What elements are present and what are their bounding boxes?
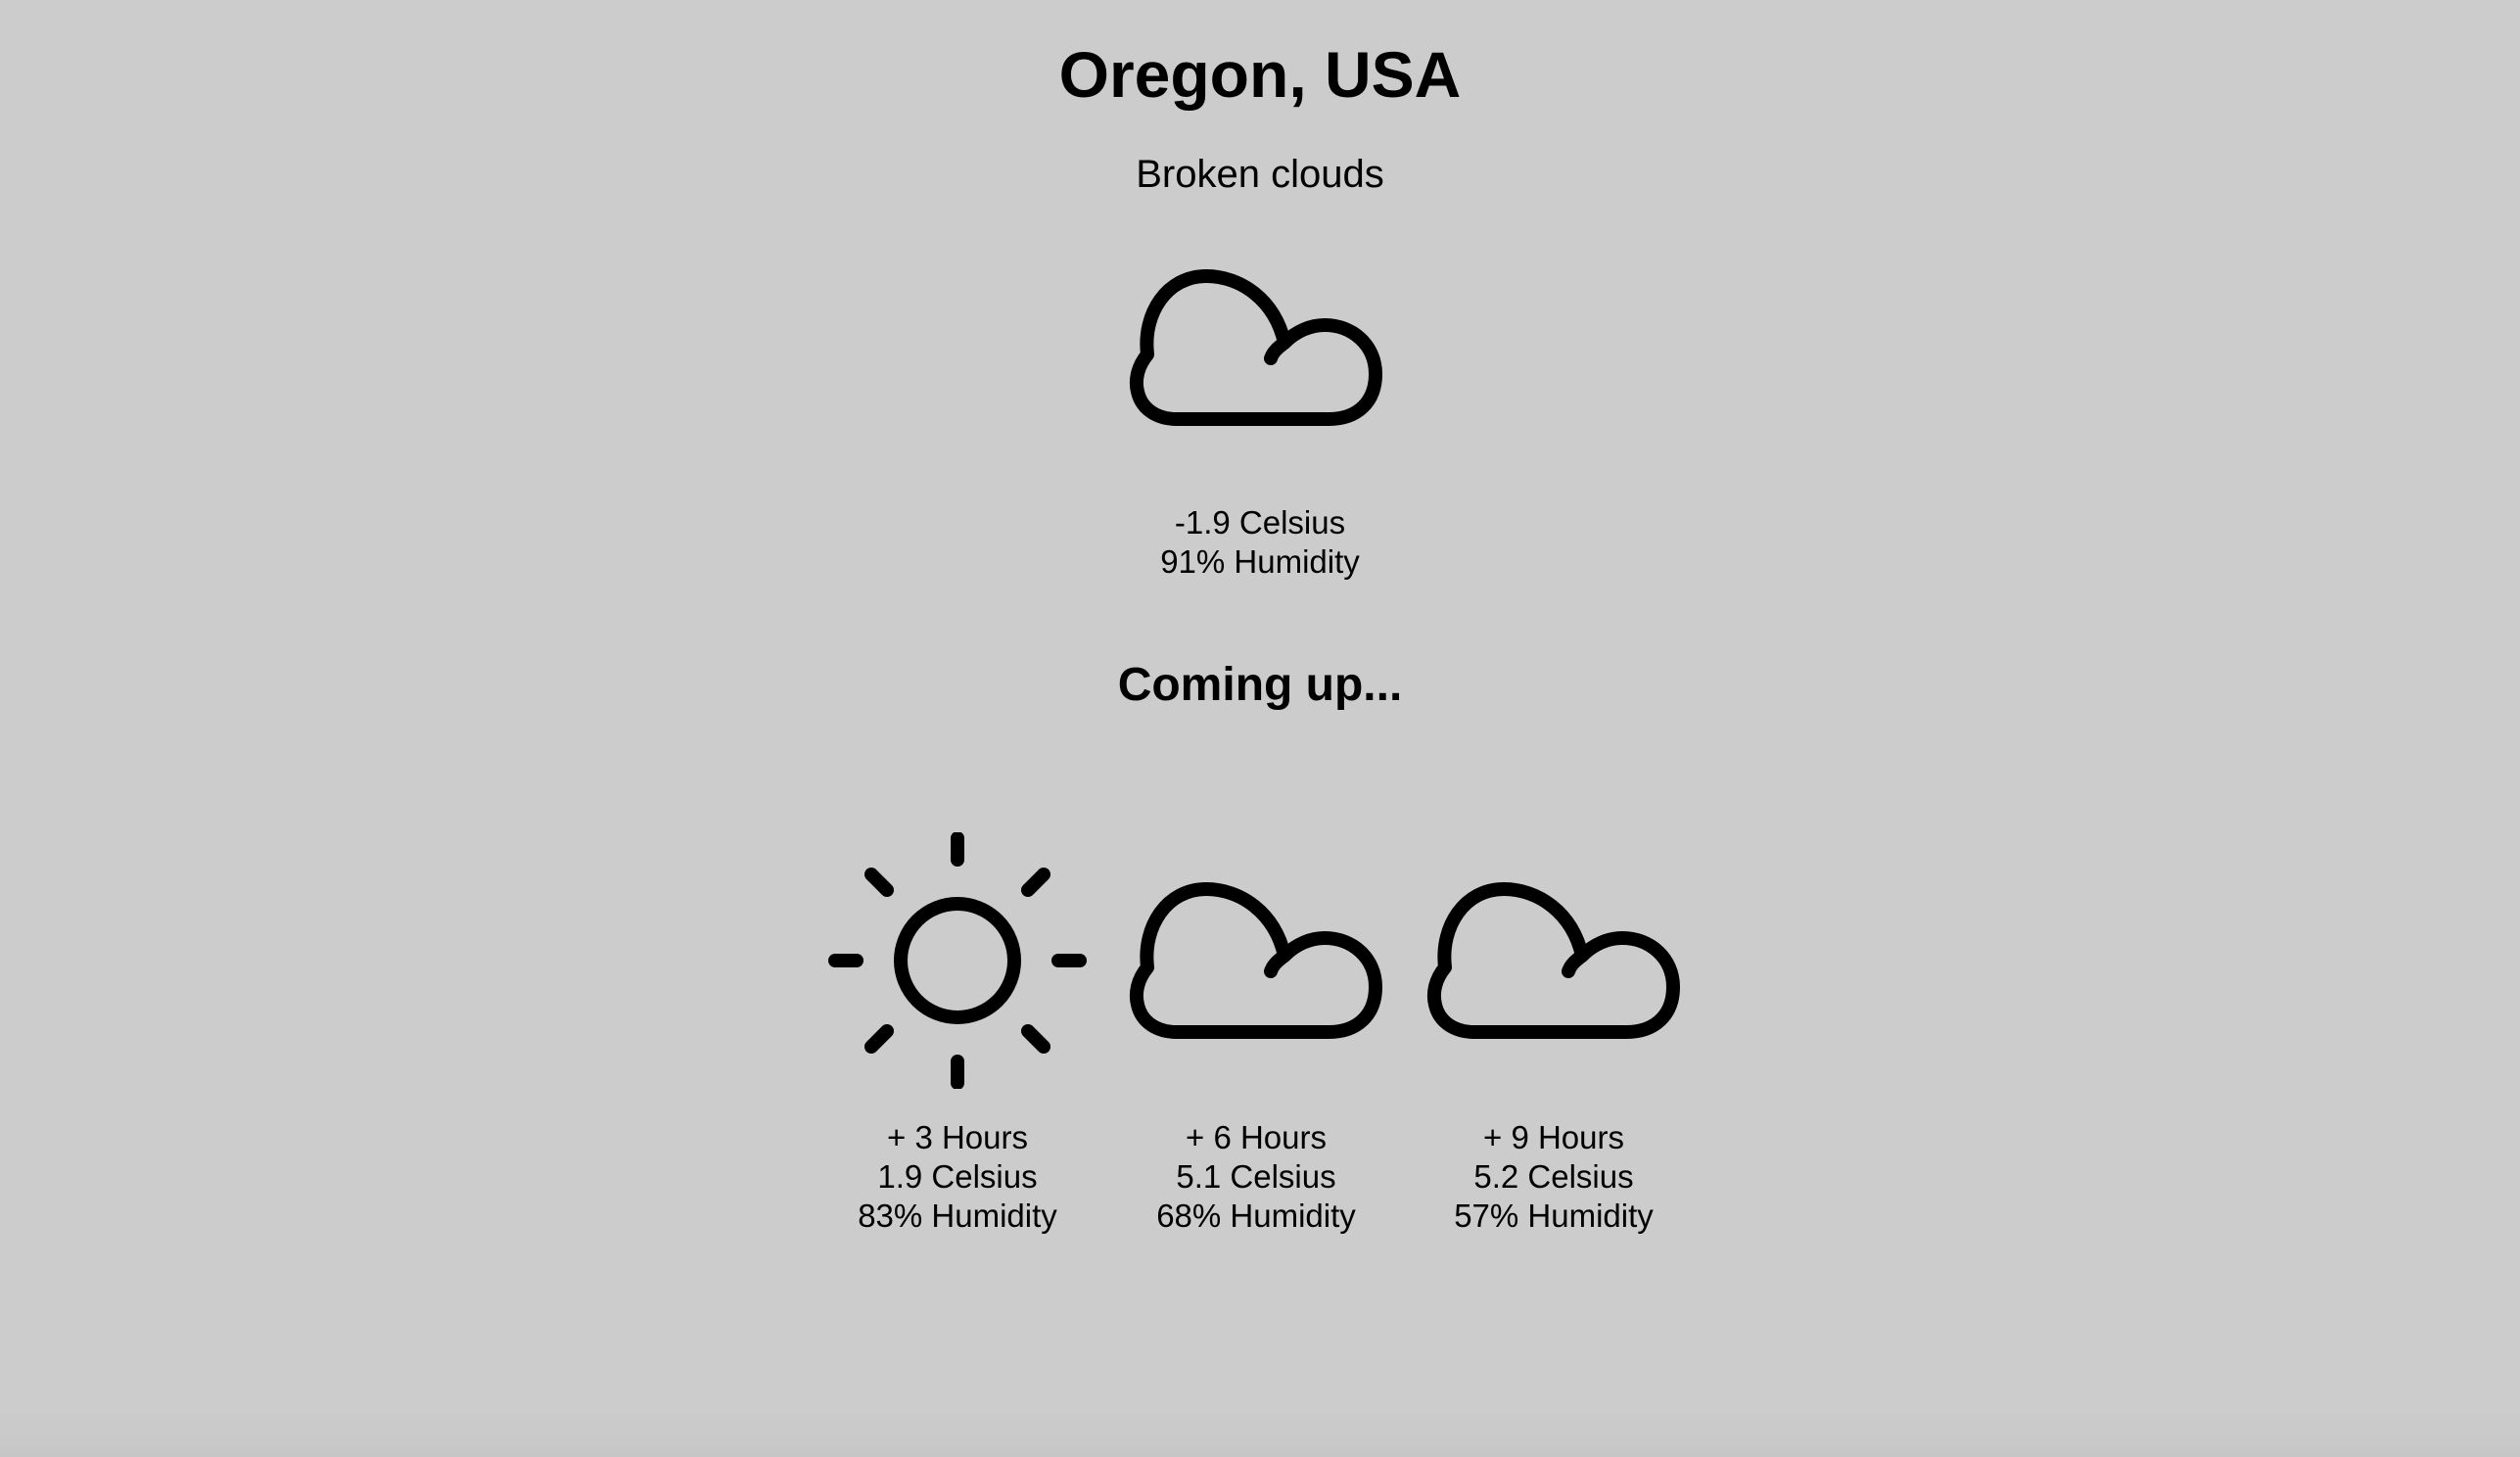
forecast-humidity: 83% Humidity [858, 1198, 1057, 1234]
cloud-icon [1407, 832, 1701, 1089]
sun-icon [811, 832, 1104, 1089]
forecast-stats: + 3 Hours 1.9 Celsius 83% Humidity [811, 1118, 1104, 1236]
weather-page: Oregon, USA Broken clouds -1.9 Celsius 9… [0, 0, 2520, 1457]
forecast-humidity: 68% Humidity [1156, 1198, 1356, 1234]
forecast-offset: + 3 Hours [887, 1119, 1028, 1155]
current-humidity: 91% Humidity [1160, 543, 1360, 580]
forecast-humidity: 57% Humidity [1454, 1198, 1654, 1234]
forecast-temperature: 1.9 Celsius [877, 1158, 1038, 1195]
forecast-heading: Coming up... [1117, 659, 1403, 711]
forecast-stats: + 9 Hours 5.2 Celsius 57% Humidity [1407, 1118, 1701, 1236]
forecast-offset: + 9 Hours [1483, 1119, 1624, 1155]
forecast-item: + 9 Hours 5.2 Celsius 57% Humidity [1407, 832, 1701, 1244]
current-stats: -1.9 Celsius 91% Humidity [0, 503, 2520, 582]
forecast-item: + 6 Hours 5.1 Celsius 68% Humidity [1109, 832, 1403, 1244]
forecast-temperature: 5.2 Celsius [1473, 1158, 1634, 1195]
forecast-temperature: 5.1 Celsius [1176, 1158, 1336, 1195]
current-condition: Broken clouds [1136, 153, 1384, 196]
forecast-item: + 3 Hours 1.9 Celsius 83% Humidity [811, 832, 1104, 1244]
cloud-icon [1109, 832, 1403, 1089]
cloud-icon [1128, 264, 1384, 431]
forecast-stats: + 6 Hours 5.1 Celsius 68% Humidity [1109, 1118, 1403, 1236]
current-temperature: -1.9 Celsius [1174, 504, 1346, 540]
forecast-offset: + 6 Hours [1186, 1119, 1327, 1155]
location-title: Oregon, USA [1058, 38, 1462, 111]
